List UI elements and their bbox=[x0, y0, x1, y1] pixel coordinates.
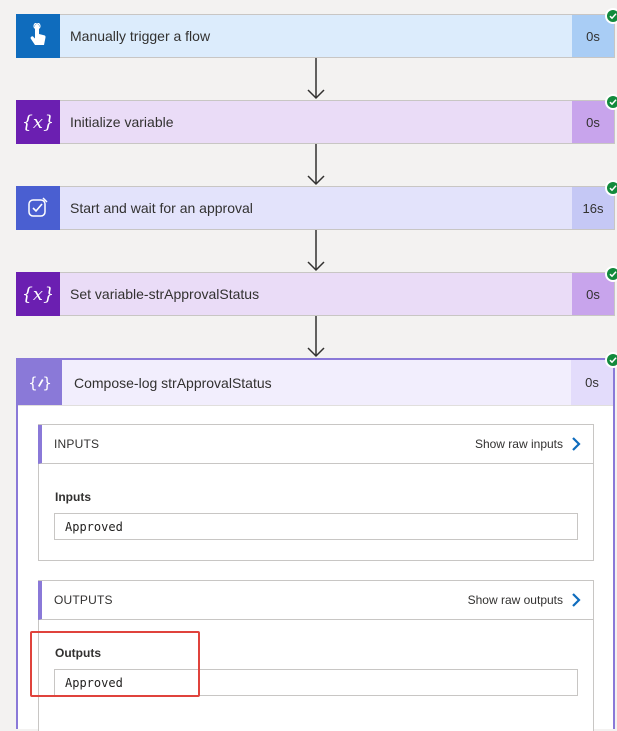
svg-text:{x}: {x} bbox=[24, 112, 52, 133]
inputs-value-field[interactable]: Approved bbox=[54, 513, 578, 540]
connector-arrow-icon bbox=[307, 144, 325, 186]
show-raw-inputs-label: Show raw inputs bbox=[474, 437, 563, 451]
variable-icon: {x} bbox=[16, 100, 60, 144]
show-raw-outputs-label: Show raw outputs bbox=[467, 593, 563, 607]
chevron-right-icon bbox=[572, 437, 581, 451]
svg-text:{x}: {x} bbox=[24, 284, 52, 305]
chevron-right-icon bbox=[572, 593, 581, 607]
step-title: Start and wait for an approval bbox=[70, 200, 253, 216]
success-check-icon bbox=[605, 266, 617, 282]
connector-arrow-icon bbox=[307, 230, 325, 272]
step-set-variable[interactable]: {x} Set variable-strApprovalStatus 0s bbox=[16, 266, 617, 316]
compose-title: Compose-log strApprovalStatus bbox=[74, 374, 272, 391]
step-title: Set variable-strApprovalStatus bbox=[70, 286, 260, 302]
connector-arrow-icon bbox=[307, 316, 325, 358]
compose-header[interactable]: { } Compose-log strApprovalStatus 0s bbox=[18, 360, 613, 406]
outputs-section-header: OUTPUTS Show raw outputs bbox=[38, 581, 593, 620]
step-title: Manually trigger a flow bbox=[70, 28, 211, 44]
approval-icon bbox=[16, 186, 60, 230]
hand-touch-icon bbox=[16, 14, 60, 58]
inputs-field-label: Inputs bbox=[55, 490, 91, 504]
success-check-icon bbox=[605, 94, 617, 110]
step-initialize-variable[interactable]: {x} Initialize variable 0s bbox=[16, 94, 617, 144]
step-start-approval[interactable]: Start and wait for an approval 16s bbox=[16, 180, 617, 230]
compose-duration: 0s bbox=[571, 360, 613, 405]
success-check-icon bbox=[605, 8, 617, 24]
outputs-highlight-box bbox=[30, 631, 200, 697]
outputs-header-label: OUTPUTS bbox=[54, 593, 113, 607]
inputs-section-header: INPUTS Show raw inputs bbox=[38, 425, 593, 464]
step-title: Initialize variable bbox=[70, 114, 174, 130]
show-raw-inputs-link[interactable]: Show raw inputs bbox=[475, 436, 581, 452]
variable-icon: {x} bbox=[16, 272, 60, 316]
compose-icon: { } bbox=[18, 360, 62, 405]
show-raw-outputs-link[interactable]: Show raw outputs bbox=[468, 592, 581, 608]
inputs-section: INPUTS Show raw inputs Inputs Approved bbox=[38, 424, 594, 561]
connector-arrow-icon bbox=[307, 58, 325, 100]
inputs-header-label: INPUTS bbox=[54, 437, 100, 451]
success-check-icon bbox=[605, 352, 617, 368]
success-check-icon bbox=[605, 180, 617, 196]
step-manually-trigger[interactable]: Manually trigger a flow 0s bbox=[16, 8, 617, 58]
